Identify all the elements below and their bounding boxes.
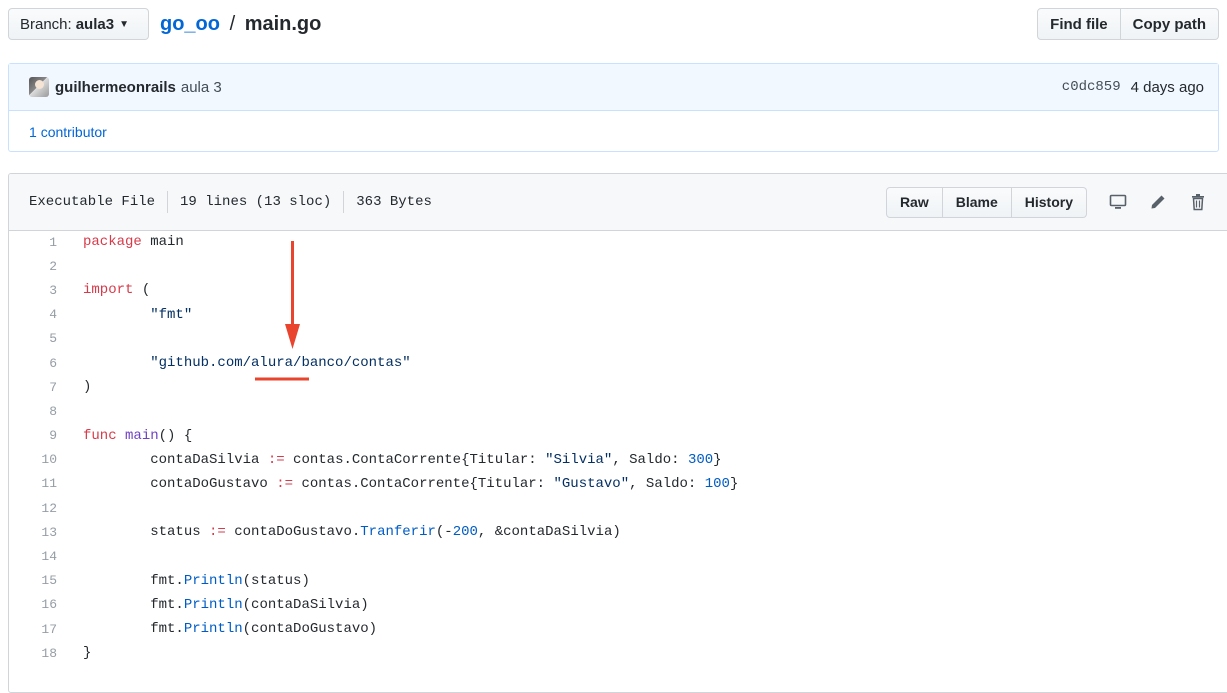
avatar[interactable] — [29, 77, 49, 97]
line-number[interactable]: 14 — [9, 549, 57, 564]
file-viewer: Executable File 19 lines (13 sloc) 363 B… — [8, 173, 1227, 693]
code-text: package main — [83, 234, 184, 251]
code-text: } — [83, 645, 92, 662]
line-number[interactable]: 16 — [9, 597, 57, 612]
trash-icon[interactable] — [1189, 193, 1207, 211]
code-text: ) — [83, 379, 92, 396]
code-text: "github.com/alura/banco/contas" — [150, 355, 411, 372]
code-text: status := contaDoGustavo.Tranferir(-200,… — [83, 524, 621, 541]
code-line: 2 — [9, 254, 1227, 278]
file-view-buttons: Raw Blame History — [885, 186, 1087, 218]
code-text: "fmt" — [150, 306, 193, 323]
code-line: 3 import ( — [9, 278, 1227, 302]
code-text: contaDaSilvia := contas.ContaCorrente{Ti… — [83, 451, 722, 468]
file-header-actions: Raw Blame History — [885, 186, 1207, 218]
line-number[interactable]: 5 — [9, 331, 57, 346]
code-line: 14 — [9, 544, 1227, 568]
code-line: 9 func main() { — [9, 424, 1227, 448]
line-number[interactable]: 11 — [9, 476, 57, 491]
line-number[interactable]: 12 — [9, 501, 57, 516]
line-number[interactable]: 1 — [9, 235, 57, 250]
copy-path-button[interactable]: Copy path — [1120, 8, 1219, 40]
code-text: import ( — [83, 282, 151, 299]
line-number[interactable]: 4 — [9, 307, 57, 322]
line-number[interactable]: 10 — [9, 452, 57, 467]
code-text: fmt.Println(status) — [83, 572, 310, 589]
code-line: 16 fmt.Println(contaDaSilvia) — [9, 593, 1227, 617]
line-number[interactable]: 7 — [9, 380, 57, 395]
blame-button[interactable]: Blame — [942, 186, 1012, 218]
commit-meta: c0dc859 4 days ago — [1062, 79, 1204, 96]
breadcrumb: go_oo / main.go — [160, 13, 321, 36]
code-line: 5 — [9, 327, 1227, 351]
contributors-link[interactable]: 1 contributor — [29, 124, 107, 140]
branch-name: aula3 — [75, 15, 115, 33]
commit-time: 4 days ago — [1130, 78, 1204, 96]
find-file-button[interactable]: Find file — [1037, 8, 1121, 40]
line-number[interactable]: 3 — [9, 283, 57, 298]
caret-down-icon: ▼ — [119, 18, 129, 30]
breadcrumb-separator: / — [229, 13, 236, 35]
file-lines: 19 lines (13 sloc) — [180, 194, 332, 210]
code-line: 11 contaDoGustavo := contas.ContaCorrent… — [9, 472, 1227, 496]
desktop-icon[interactable] — [1109, 193, 1127, 211]
code-text: func main() { — [83, 427, 193, 444]
line-number[interactable]: 15 — [9, 573, 57, 588]
commit-message-link[interactable]: aula 3 — [181, 79, 222, 96]
file-header: Executable File 19 lines (13 sloc) 363 B… — [9, 174, 1227, 231]
code-line: 4 "fmt" — [9, 303, 1227, 327]
code-line: 10 contaDaSilvia := contas.ContaCorrente… — [9, 448, 1227, 472]
line-number[interactable]: 17 — [9, 622, 57, 637]
code-line: 13 status := contaDoGustavo.Tranferir(-2… — [9, 520, 1227, 544]
contributors-count: 1 — [29, 124, 37, 140]
commit-tease: guilhermeonrails aula 3 c0dc859 4 days a… — [8, 63, 1219, 152]
file-navigation: Branch: aula3 ▼ go_oo / main.go Find fil… — [8, 8, 1219, 42]
code-line: 18} — [9, 641, 1227, 665]
code-line: 8 — [9, 399, 1227, 423]
file-size: 363 Bytes — [356, 194, 432, 210]
commit-sha-link[interactable]: c0dc859 — [1062, 79, 1121, 95]
line-number[interactable]: 2 — [9, 259, 57, 274]
file-actions-group: Find file Copy path — [1037, 8, 1219, 40]
code-line: 6 "github.com/alura/banco/contas" — [9, 351, 1227, 375]
pencil-icon[interactable] — [1149, 193, 1167, 211]
line-number[interactable]: 6 — [9, 356, 57, 371]
code-text: fmt.Println(contaDaSilvia) — [83, 596, 369, 613]
code-blob: 1 package main 2 3 import ( 4 "fmt" 5 6 "github… — [9, 230, 1227, 665]
contributors-bar: 1 contributor — [9, 111, 1218, 153]
line-number[interactable]: 13 — [9, 525, 57, 540]
code-line: 17 fmt.Println(contaDoGustavo) — [9, 617, 1227, 641]
code-line: 15 fmt.Println(status) — [9, 569, 1227, 593]
branch-prefix: Branch: — [20, 15, 72, 33]
line-number[interactable]: 18 — [9, 646, 57, 661]
latest-commit: guilhermeonrails aula 3 c0dc859 4 days a… — [9, 64, 1218, 111]
history-button[interactable]: History — [1011, 186, 1087, 218]
code-text: contaDoGustavo := contas.ContaCorrente{T… — [83, 475, 739, 492]
code-line: 7) — [9, 375, 1227, 399]
branch-select-button[interactable]: Branch: aula3 ▼ — [8, 8, 149, 40]
line-number[interactable]: 9 — [9, 428, 57, 443]
breadcrumb-repo-link[interactable]: go_oo — [160, 13, 220, 35]
file-type: Executable File — [29, 194, 156, 210]
raw-button[interactable]: Raw — [885, 186, 943, 218]
code-text: fmt.Println(contaDoGustavo) — [83, 621, 378, 638]
commit-author-link[interactable]: guilhermeonrails — [55, 79, 176, 96]
line-number[interactable]: 8 — [9, 404, 57, 419]
contributors-label: contributor — [40, 124, 107, 140]
code-line: 12 — [9, 496, 1227, 520]
breadcrumb-file: main.go — [244, 13, 322, 35]
code-line: 1 package main — [9, 230, 1227, 254]
